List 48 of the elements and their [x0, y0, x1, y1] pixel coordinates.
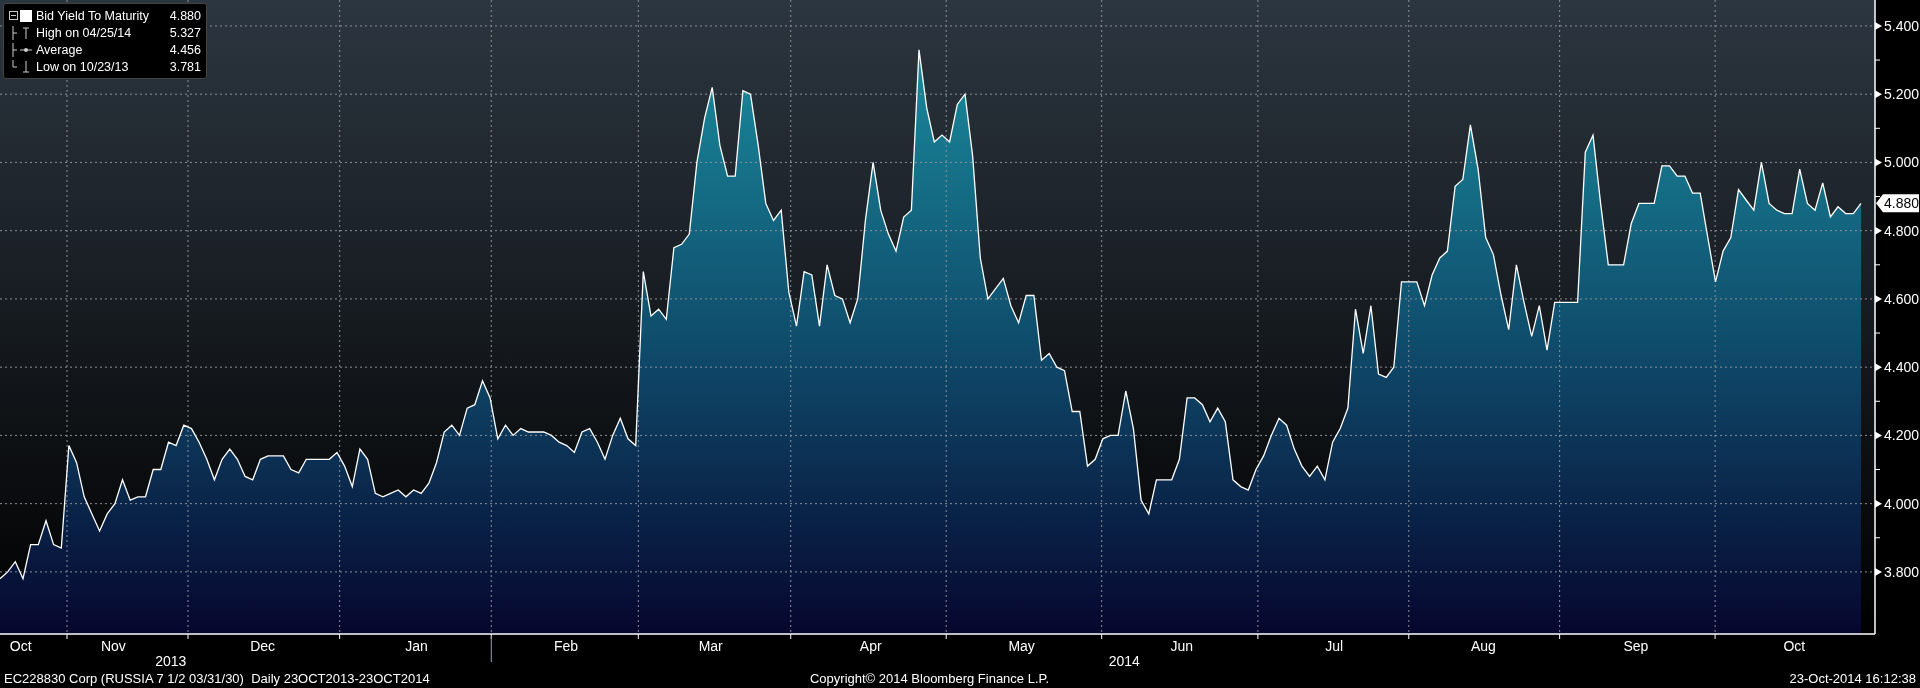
- tick-arrow-icon: [1875, 294, 1882, 303]
- month-label: Oct: [1783, 638, 1806, 654]
- month-label: Jul: [1325, 638, 1344, 654]
- series-swatch-icon: [20, 9, 32, 22]
- tick-arrow-icon: [1875, 363, 1882, 372]
- timestamp: 23-Oct-2014 16:12:38: [1789, 670, 1916, 686]
- y-tick-label: 4.600: [1884, 290, 1920, 307]
- tick-arrow-icon: [1875, 90, 1882, 99]
- y-tick-label: 4.200: [1884, 427, 1920, 444]
- tick-arrow-icon: [1875, 21, 1882, 30]
- y-tick-label: 5.000: [1884, 154, 1920, 171]
- year-label: 2014: [1108, 653, 1140, 668]
- month-label: Aug: [1471, 638, 1496, 654]
- legend-label: Bid Yield To Maturity: [36, 8, 151, 23]
- last-value-marker: 4.880: [1876, 194, 1920, 213]
- year-label: 2013: [155, 653, 187, 668]
- y-tick-label: 5.400: [1884, 17, 1920, 34]
- y-tick-label: 4.800: [1884, 222, 1920, 239]
- tick-arrow-icon: [1875, 431, 1882, 440]
- legend-label: Low on 10/23/13: [36, 59, 130, 74]
- y-tick-label: 4.400: [1884, 359, 1920, 376]
- tick-arrow-icon: [1875, 567, 1882, 576]
- tick-arrow-icon: [1875, 226, 1882, 235]
- y-tick-label: 5.200: [1884, 86, 1920, 103]
- month-label: Mar: [698, 638, 723, 654]
- legend-value: 4.456: [169, 42, 201, 57]
- security-description: EC228830 Corp (RUSSIA 7 1/2 03/31/30) Daily 23OCT2013-23OCT2014: [4, 670, 430, 686]
- month-label: Jun: [1170, 638, 1193, 654]
- month-label: Dec: [250, 638, 276, 654]
- legend-label: High on 04/25/14: [36, 25, 133, 40]
- tick-arrow-icon: [1875, 499, 1882, 508]
- legend-value: 4.880: [169, 8, 201, 23]
- copyright-text: Copyright© 2014 Bloomberg Finance L.P.: [810, 670, 1050, 686]
- month-label: May: [1008, 638, 1035, 654]
- year-divider: [490, 635, 492, 663]
- month-label: Sep: [1623, 638, 1649, 654]
- y-tick-label: 4.000: [1884, 495, 1920, 512]
- tick-arrow-icon: [1875, 158, 1882, 167]
- legend-value: 5.327: [169, 25, 201, 40]
- month-label: Oct: [9, 638, 32, 654]
- month-label: Nov: [100, 638, 126, 654]
- legend-label: Average: [36, 42, 84, 57]
- average-marker-icon: [9, 42, 35, 57]
- month-label: Feb: [553, 638, 578, 654]
- month-label: Apr: [859, 638, 882, 654]
- legend-value: 3.781: [169, 59, 201, 74]
- month-label: Jan: [405, 638, 428, 654]
- y-tick-label: 3.800: [1884, 563, 1920, 580]
